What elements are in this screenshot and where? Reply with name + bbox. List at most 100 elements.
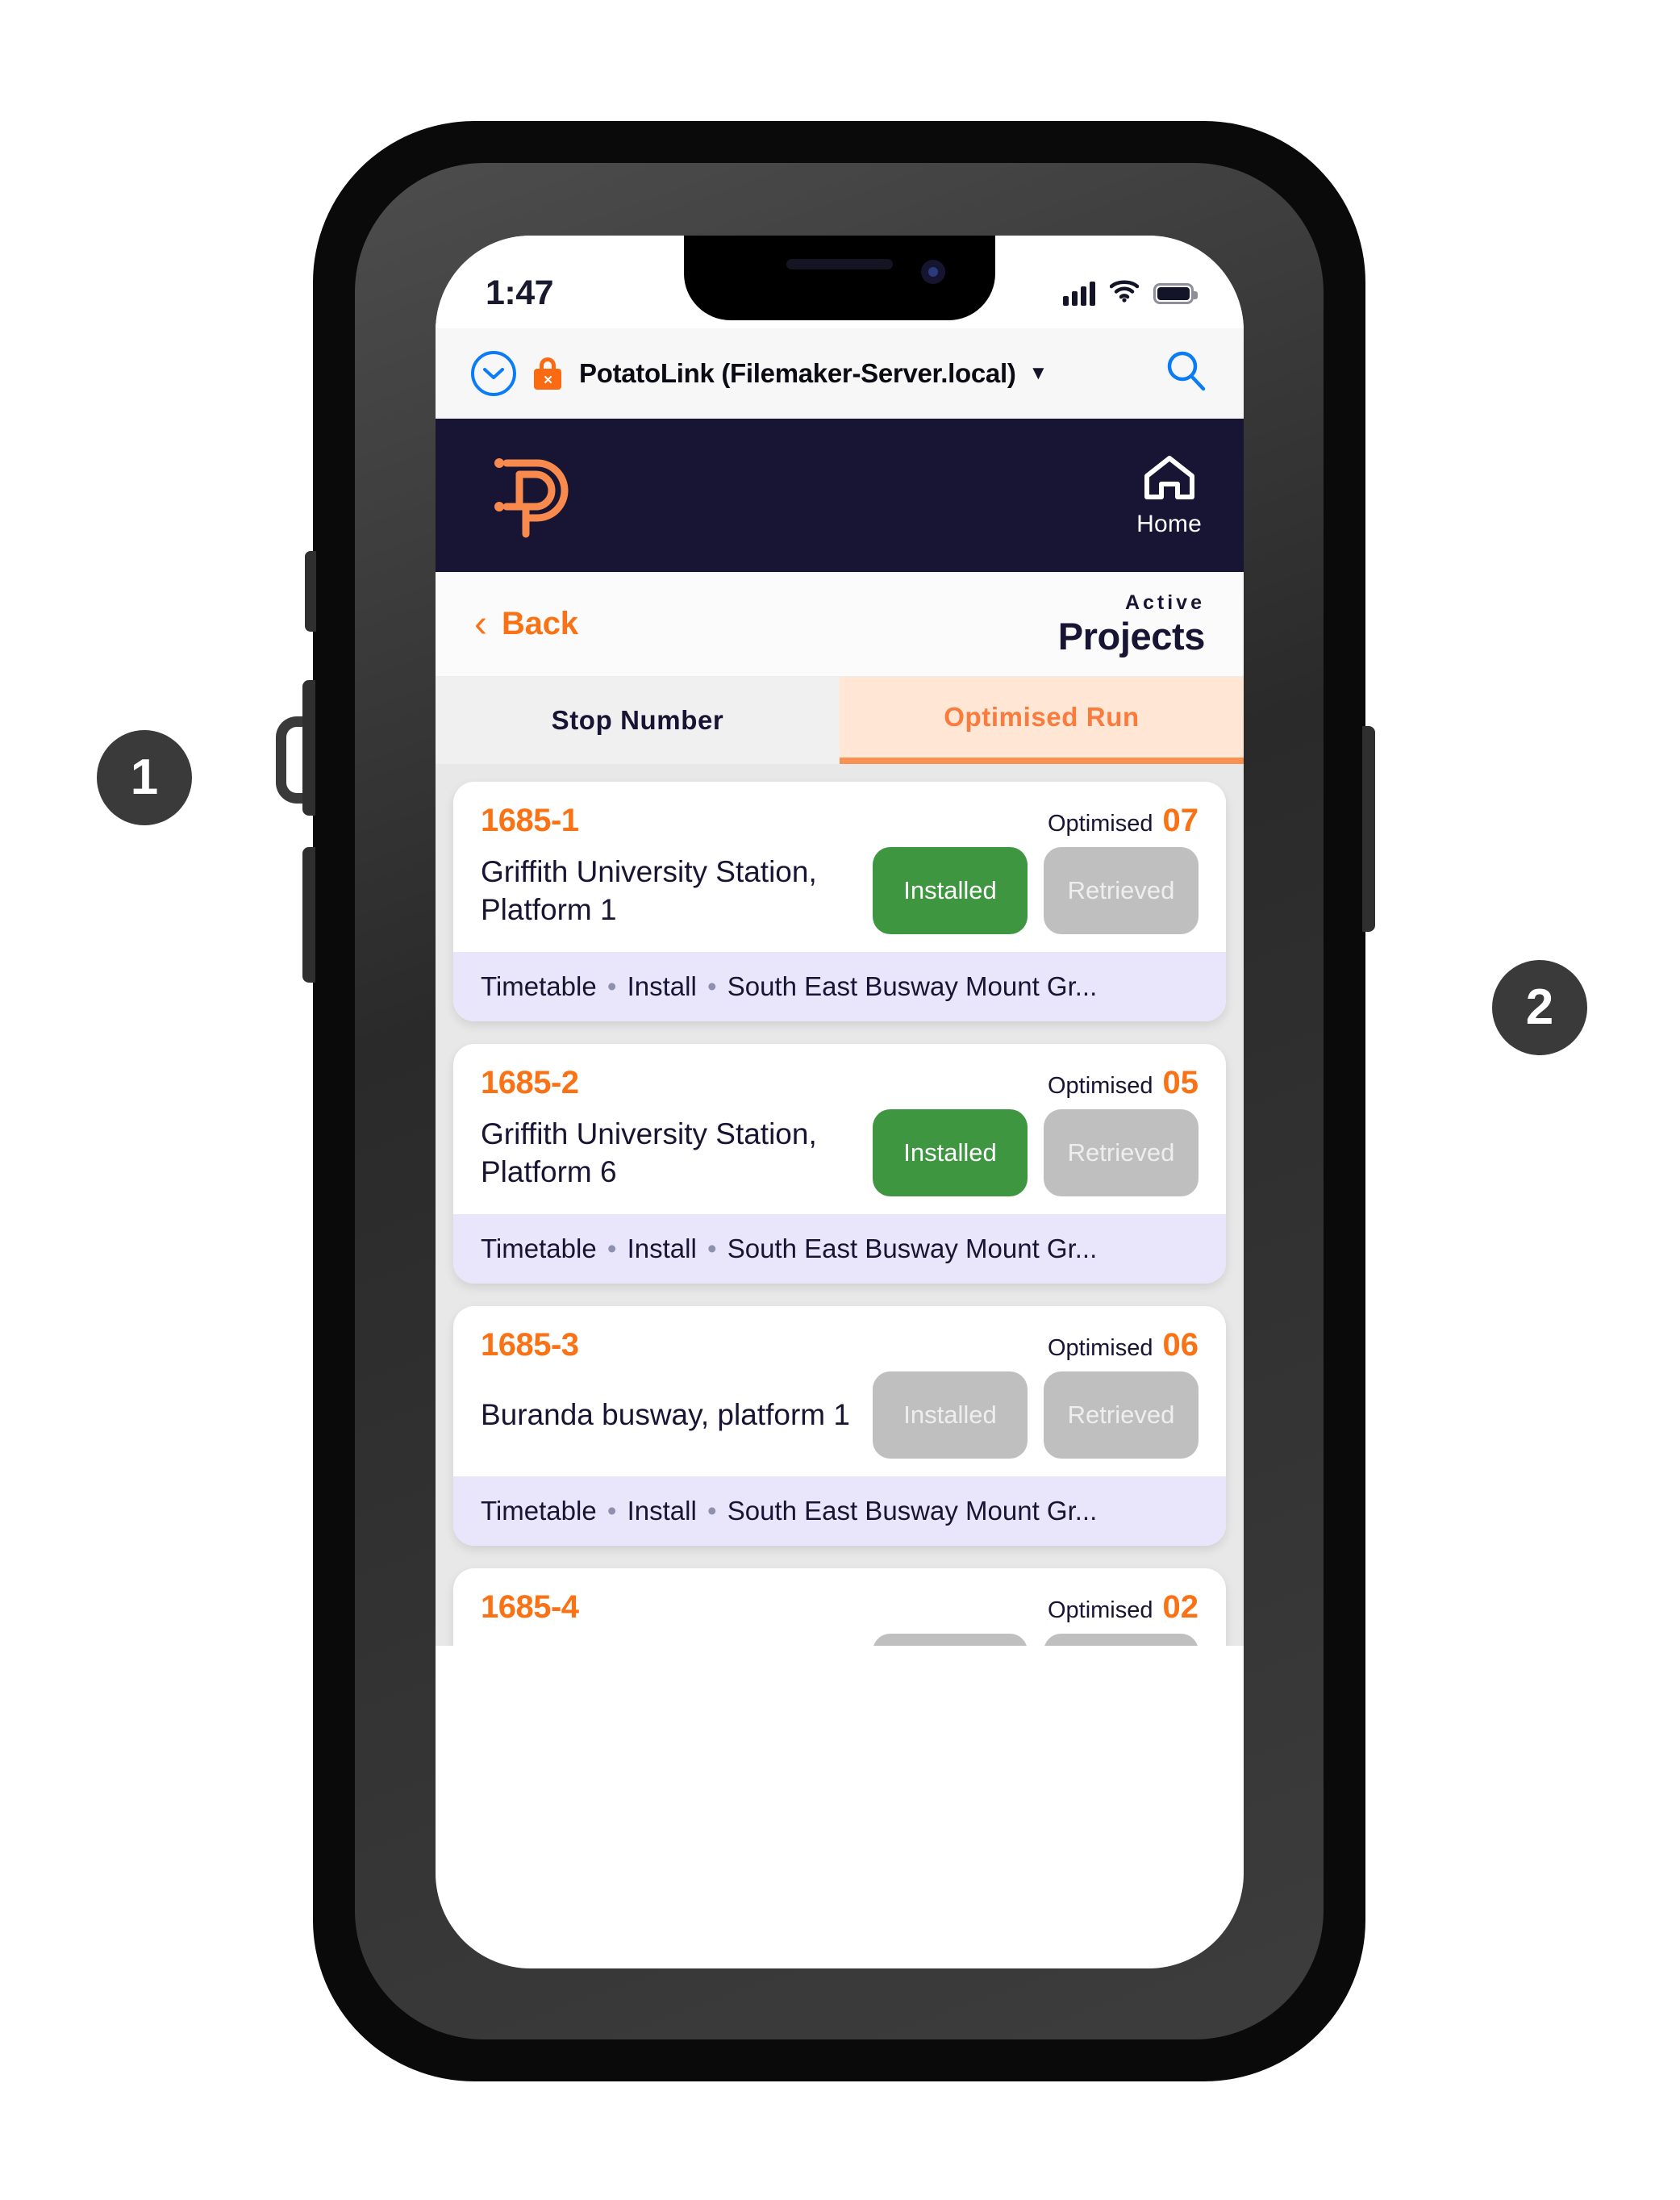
page-title: Active Projects xyxy=(1057,591,1206,657)
footer-separator: • xyxy=(607,971,617,1001)
footer-part-3: South East Busway Mount Gr... xyxy=(727,1496,1098,1526)
list-item-footer: Timetable • Install • South East Busway … xyxy=(453,1476,1226,1546)
optimised-label: Optimised xyxy=(1047,1073,1153,1099)
stop-code: 1685-1 xyxy=(481,803,579,838)
footer-part-3: South East Busway Mount Gr... xyxy=(727,1234,1098,1263)
optimised-value: 07 xyxy=(1162,803,1199,838)
footer-part-2: Install xyxy=(627,1234,697,1263)
cellular-bars-icon xyxy=(1063,281,1095,306)
footer-part-2: Install xyxy=(627,1496,697,1526)
footer-part-2: Install xyxy=(627,971,697,1001)
footer-separator: • xyxy=(707,1496,717,1526)
installed-button[interactable]: Installed xyxy=(873,847,1028,934)
list-item[interactable]: 1685-2 Optimised 05 Griffith University … xyxy=(453,1044,1226,1284)
phone-volume-down-button[interactable] xyxy=(302,847,315,983)
view-mode-tabs: Stop Number Optimised Run xyxy=(436,677,1244,764)
status-buttons: Installed Retrieved xyxy=(873,847,1199,934)
home-icon xyxy=(1140,453,1199,507)
back-button-label: Back xyxy=(501,606,578,641)
footer-separator: • xyxy=(607,1496,617,1526)
list-item[interactable]: 1685-1 Optimised 07 Griffith University … xyxy=(453,782,1226,1021)
earpiece-speaker xyxy=(786,259,893,269)
optimised-label: Optimised xyxy=(1047,1335,1153,1361)
wifi-icon xyxy=(1109,280,1140,307)
footer-separator: • xyxy=(707,971,717,1001)
list-item-body: 1685-2 Optimised 05 Griffith University … xyxy=(453,1044,1226,1214)
list-item-main: Buranda busway, platform 1 Installed Ret… xyxy=(481,1371,1199,1459)
optimised-value: 02 xyxy=(1162,1589,1199,1625)
phone-mute-switch[interactable] xyxy=(305,551,316,632)
page-title-kicker: Active xyxy=(1124,591,1205,614)
retrieved-button[interactable]: Retrieved xyxy=(1044,1634,1199,1646)
list-item-body: 1685-3 Optimised 06 Buranda busway, plat… xyxy=(453,1306,1226,1476)
stop-code: 1685-2 xyxy=(481,1065,579,1100)
installed-button[interactable]: Installed xyxy=(873,1371,1028,1459)
chevron-left-icon: ‹ xyxy=(474,602,487,645)
footer-part-1: Timetable xyxy=(481,1496,597,1526)
project-stop-list[interactable]: 1685-1 Optimised 07 Griffith University … xyxy=(436,764,1244,1646)
battery-icon xyxy=(1153,282,1198,304)
stop-name: Griffith University Station, Platform 1 xyxy=(481,854,817,926)
home-button[interactable]: Home xyxy=(1136,453,1202,538)
optimised-label: Optimised xyxy=(1047,1597,1153,1623)
chevron-down-icon[interactable]: ▼ xyxy=(1029,362,1048,385)
retrieved-button[interactable]: Retrieved xyxy=(1044,1109,1199,1196)
callout-badge-1: 1 xyxy=(97,730,192,825)
phone-volume-up-button[interactable] xyxy=(302,680,315,816)
optimised-value: 05 xyxy=(1162,1065,1199,1100)
phone-notch xyxy=(684,236,995,320)
list-item-main: Griffith University Station, Platform 1 … xyxy=(481,847,1199,934)
list-item-main: Eight Mile Plains Installed Retrieved xyxy=(481,1634,1199,1646)
callout-badge-2: 2 xyxy=(1492,960,1587,1055)
list-item-body: 1685-1 Optimised 07 Griffith University … xyxy=(453,782,1226,952)
search-icon[interactable] xyxy=(1163,349,1208,398)
status-bar-time: 1:47 xyxy=(486,273,554,312)
list-item-footer: Timetable • Install • South East Busway … xyxy=(453,952,1226,1021)
page-title-bar: ‹ Back Active Projects xyxy=(436,572,1244,677)
list-item-footer: Timetable • Install • South East Busway … xyxy=(453,1214,1226,1284)
list-item-header: 1685-3 Optimised 06 xyxy=(481,1327,1199,1363)
screenshot-canvas: 1 2 1:47 ✕ PotatoLink (Filemaker-Server.… xyxy=(0,0,1680,2200)
list-item-header: 1685-1 Optimised 07 xyxy=(481,803,1199,839)
chevron-down-circle-icon[interactable] xyxy=(471,350,516,396)
phone-power-button[interactable] xyxy=(1362,726,1375,932)
stop-name: Buranda busway, platform 1 xyxy=(481,1398,850,1432)
tab-stop-number[interactable]: Stop Number xyxy=(436,677,840,764)
potatolink-p-logo[interactable] xyxy=(477,447,582,544)
lock-x-glyph: ✕ xyxy=(543,373,553,387)
footer-separator: • xyxy=(607,1234,617,1263)
list-item-header: 1685-4 Optimised 02 xyxy=(481,1589,1199,1626)
list-item-main: Griffith University Station, Platform 6 … xyxy=(481,1109,1199,1196)
list-item[interactable]: 1685-3 Optimised 06 Buranda busway, plat… xyxy=(453,1306,1226,1546)
filemaker-file-title[interactable]: PotatoLink (Filemaker-Server.local) xyxy=(579,358,1016,389)
optimised-value: 06 xyxy=(1162,1327,1199,1363)
footer-part-1: Timetable xyxy=(481,971,597,1001)
footer-separator: • xyxy=(707,1234,717,1263)
installed-button[interactable]: Installed xyxy=(873,1634,1028,1646)
back-button[interactable]: ‹ Back xyxy=(474,602,578,645)
list-item-header: 1685-2 Optimised 05 xyxy=(481,1065,1199,1101)
status-buttons: Installed Retrieved xyxy=(873,1634,1199,1646)
lock-closed-icon: ✕ xyxy=(534,357,561,390)
retrieved-button[interactable]: Retrieved xyxy=(1044,847,1199,934)
footer-part-1: Timetable xyxy=(481,1234,597,1263)
installed-button[interactable]: Installed xyxy=(873,1109,1028,1196)
tab-optimised-run[interactable]: Optimised Run xyxy=(840,677,1244,764)
app-header: Home xyxy=(436,419,1244,572)
status-buttons: Installed Retrieved xyxy=(873,1371,1199,1459)
phone-screen: 1:47 ✕ PotatoLink (Filemaker-Server.loca… xyxy=(436,236,1244,1968)
stop-name: Griffith University Station, Platform 6 xyxy=(481,1117,817,1188)
list-item-body: 1685-4 Optimised 02 Eight Mile Plains In… xyxy=(453,1568,1226,1646)
optimised-badge: Optimised 02 xyxy=(1048,1589,1199,1626)
retrieved-button[interactable]: Retrieved xyxy=(1044,1371,1199,1459)
optimised-badge: Optimised 05 xyxy=(1048,1065,1199,1101)
status-buttons: Installed Retrieved xyxy=(873,1109,1199,1196)
footer-part-3: South East Busway Mount Gr... xyxy=(727,971,1098,1001)
list-item[interactable]: 1685-4 Optimised 02 Eight Mile Plains In… xyxy=(453,1568,1226,1646)
page-title-main: Projects xyxy=(1057,614,1206,657)
optimised-label: Optimised xyxy=(1047,811,1153,837)
stop-code: 1685-3 xyxy=(481,1327,579,1363)
status-bar-indicators xyxy=(1063,280,1198,307)
optimised-badge: Optimised 07 xyxy=(1048,803,1199,839)
front-camera-icon xyxy=(921,260,945,284)
